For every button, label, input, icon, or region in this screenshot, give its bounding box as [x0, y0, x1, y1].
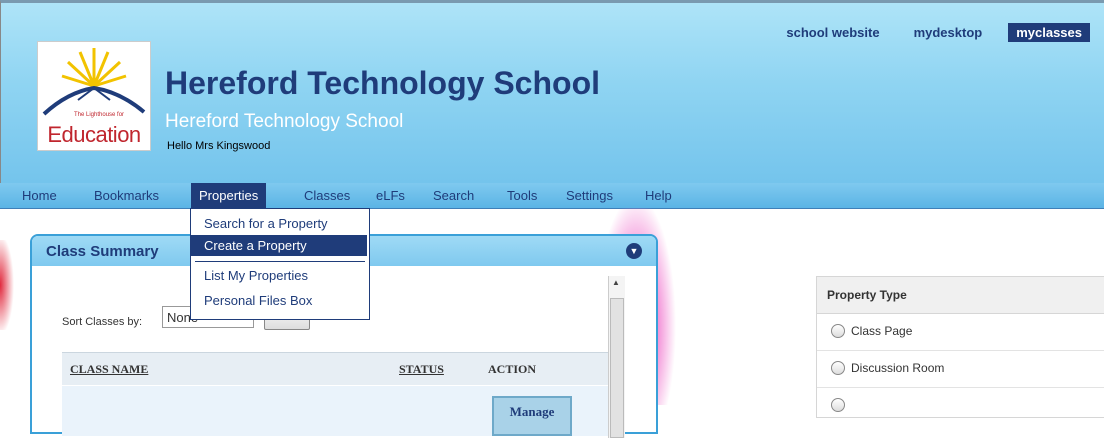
option-label: Discussion Room	[851, 361, 945, 375]
nav-search[interactable]: Search	[425, 183, 482, 208]
top-links: school website mydesktop myclasses	[760, 23, 1090, 42]
myclasses-link[interactable]: myclasses	[1008, 23, 1090, 42]
nav-help[interactable]: Help	[637, 183, 680, 208]
nav-home[interactable]: Home	[14, 183, 65, 208]
manage-button[interactable]: Manage	[492, 396, 572, 436]
col-action: ACTION	[488, 362, 537, 376]
collapse-toggle-icon[interactable]: ▼	[626, 243, 642, 259]
panel-scrollbar[interactable]: ▲	[608, 276, 625, 438]
sort-label: Sort Classes by:	[62, 316, 143, 328]
site-header: school website mydesktop myclasses The L…	[0, 0, 1104, 183]
logo-tagline: The Lighthouse for	[74, 112, 125, 118]
radio-option-3[interactable]	[831, 398, 845, 412]
logo-text: Education	[47, 122, 141, 147]
decorative-streak-left	[0, 240, 20, 330]
radio-discussion-room[interactable]	[831, 361, 845, 375]
nav-bookmarks[interactable]: Bookmarks	[86, 183, 167, 208]
nav-elfs[interactable]: eLFs	[368, 183, 413, 208]
property-type-panel: Property Type Class Page Discussion Room	[816, 276, 1104, 418]
properties-dropdown: Search for a Property Create a Property …	[190, 208, 370, 320]
page-subtitle: Hereford Technology School	[165, 111, 404, 132]
class-table-header: CLASS NAME STATUS ACTION	[62, 352, 610, 385]
nav-settings[interactable]: Settings	[558, 183, 621, 208]
col-class-name[interactable]: CLASS NAME	[70, 362, 148, 377]
main-nav: Home Bookmarks Properties Classes eLFs S…	[0, 183, 1104, 209]
col-status[interactable]: STATUS	[399, 362, 444, 377]
class-summary-title: Class Summary	[46, 243, 159, 260]
scroll-thumb[interactable]	[610, 298, 624, 438]
scroll-up-icon[interactable]: ▲	[612, 278, 620, 287]
lighthouse-logo-icon	[42, 48, 146, 116]
menu-personal-files[interactable]: Personal Files Box	[191, 290, 367, 311]
school-website-link[interactable]: school website	[778, 23, 887, 42]
property-option-row[interactable]	[817, 388, 1104, 424]
property-option-row[interactable]: Discussion Room	[817, 351, 1104, 388]
option-label: Class Page	[851, 324, 913, 338]
property-type-header: Property Type	[817, 277, 1104, 314]
menu-search-property[interactable]: Search for a Property	[191, 213, 367, 234]
nav-tools[interactable]: Tools	[499, 183, 545, 208]
menu-list-properties[interactable]: List My Properties	[191, 265, 367, 286]
nav-classes[interactable]: Classes	[296, 183, 358, 208]
menu-divider	[195, 261, 365, 262]
nav-properties[interactable]: Properties	[191, 183, 267, 208]
radio-class-page[interactable]	[831, 324, 845, 338]
user-greeting: Hello Mrs Kingswood	[167, 140, 271, 152]
property-type-title: Property Type	[827, 288, 907, 302]
menu-create-property[interactable]: Create a Property	[191, 235, 367, 256]
page-title: Hereford Technology School	[165, 65, 600, 101]
school-logo: The Lighthouse for Education	[37, 41, 151, 151]
mydesktop-link[interactable]: mydesktop	[906, 23, 991, 42]
property-option-row[interactable]: Class Page	[817, 314, 1104, 351]
